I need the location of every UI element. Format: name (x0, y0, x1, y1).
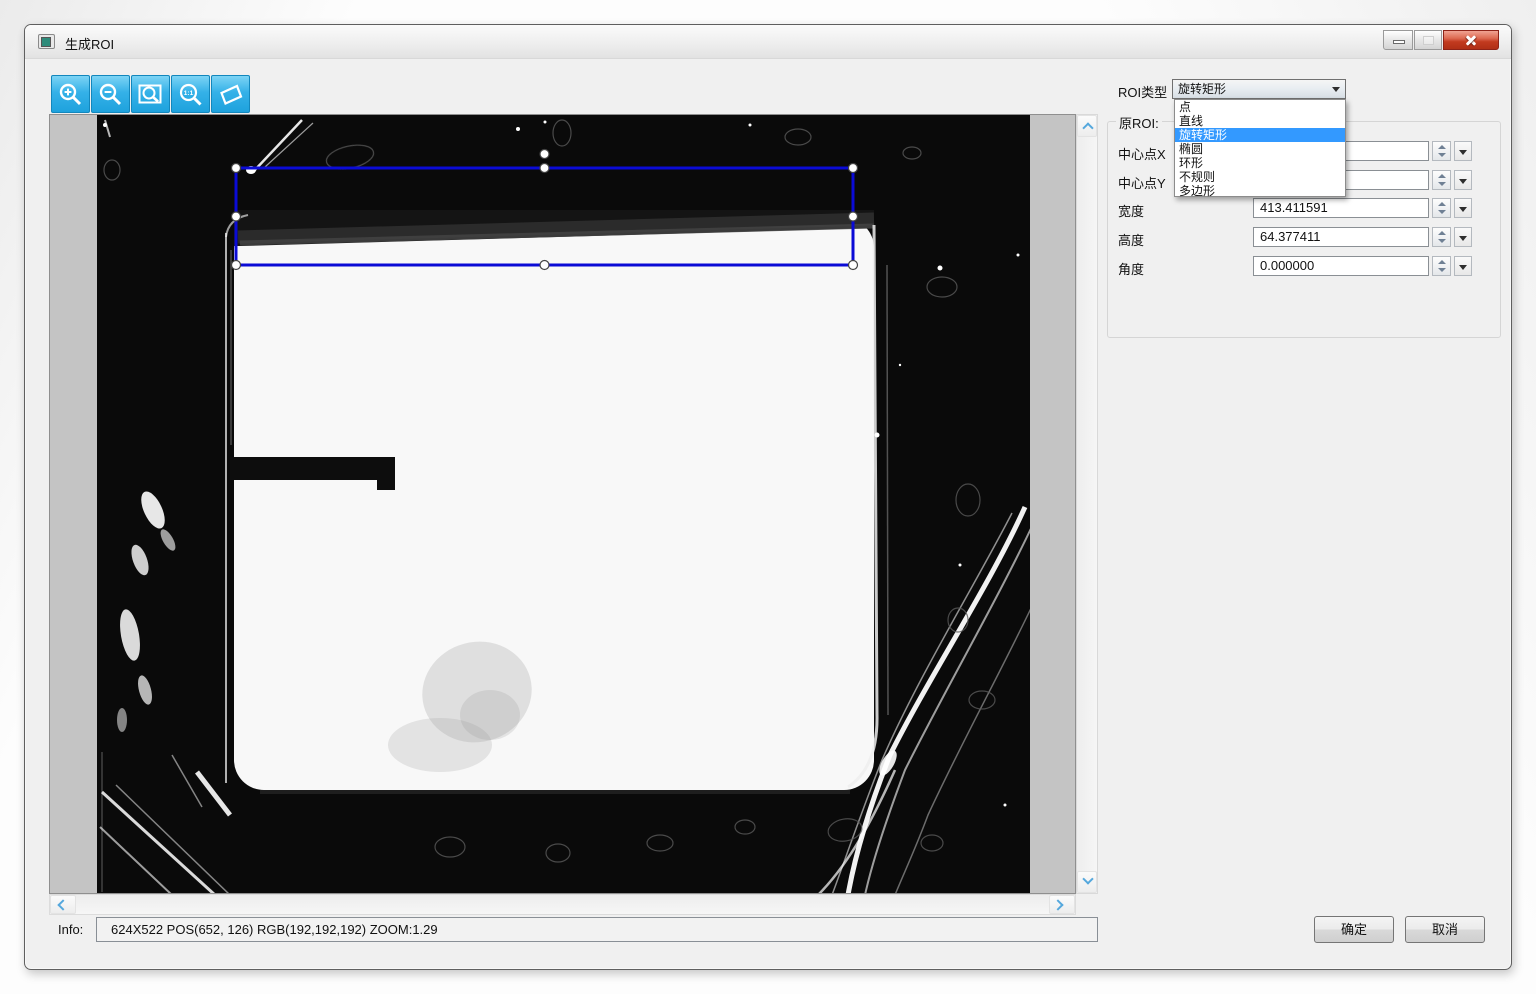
height-spinner[interactable] (1432, 227, 1451, 247)
ok-button[interactable]: 确定 (1314, 916, 1394, 943)
width-label: 宽度 (1118, 204, 1145, 219)
width-spinner[interactable] (1432, 198, 1451, 218)
app-window-icon (38, 34, 55, 49)
title-bar[interactable]: 生成ROI (25, 25, 1511, 59)
dropdown-option-ellipse[interactable]: 椭圆 (1175, 142, 1345, 156)
zoom-out-icon (99, 83, 122, 106)
close-icon (1463, 32, 1479, 48)
angle-spinner[interactable] (1432, 256, 1451, 276)
zoom-fit-icon (138, 84, 162, 104)
chevron-right-icon (1052, 899, 1064, 911)
close-button[interactable] (1443, 30, 1499, 50)
dropdown-option-ring[interactable]: 环形 (1175, 156, 1345, 170)
zoom-actual-icon: 1:1 (179, 83, 202, 106)
white-plate (234, 218, 874, 790)
height-input[interactable]: 64.377411 (1253, 227, 1429, 247)
chevron-down-icon (1082, 873, 1094, 885)
rotated-rect-icon (220, 84, 243, 105)
maximize-button[interactable] (1414, 30, 1442, 50)
zoom-fit-button[interactable] (131, 75, 170, 113)
plate-notch (230, 457, 380, 480)
angle-input[interactable]: 0.000000 (1253, 256, 1429, 276)
width-input[interactable]: 413.411591 (1253, 198, 1429, 218)
angle-label: 角度 (1118, 262, 1145, 277)
roi-type-combobox[interactable]: 旋转矩形 (1172, 79, 1346, 99)
scroll-right-button[interactable] (1049, 895, 1075, 914)
roi-type-dropdown-list[interactable]: 点 直线 旋转矩形 椭圆 环形 不规则 多边形 (1174, 99, 1346, 198)
zoom-in-icon (59, 83, 82, 106)
vertical-scrollbar[interactable] (1076, 114, 1098, 894)
roi-type-value: 旋转矩形 (1178, 82, 1227, 96)
info-label: Info: (58, 922, 84, 937)
source-roi-group-label: 原ROI: (1116, 113, 1162, 132)
center-y-spinner[interactable] (1432, 170, 1451, 190)
zoom-actual-button[interactable]: 1:1 (171, 75, 210, 113)
zoom-in-button[interactable] (51, 75, 90, 113)
roi-rotate-handle[interactable] (539, 148, 550, 160)
dropdown-option-polygon[interactable]: 多边形 (1175, 184, 1345, 198)
scroll-left-button[interactable] (50, 895, 76, 914)
horizontal-scrollbar[interactable] (49, 894, 1076, 915)
roi-type-label: ROI类型 (1118, 85, 1168, 100)
roi-rect-tool-button[interactable] (211, 75, 250, 113)
center-x-dropdown-button[interactable] (1454, 141, 1472, 161)
scroll-down-button[interactable] (1077, 871, 1097, 893)
dialog-window: 生成ROI 1:1 ROI类型 旋转矩形 点 直线 旋转矩形 椭圆 环形 不规则… (24, 24, 1512, 970)
dropdown-option-line[interactable]: 直线 (1175, 114, 1345, 128)
zoom-out-button[interactable] (91, 75, 130, 113)
minimize-icon (1393, 40, 1405, 44)
scroll-up-button[interactable] (1077, 115, 1097, 137)
width-dropdown-button[interactable] (1454, 198, 1472, 218)
image-canvas[interactable] (49, 114, 1076, 894)
angle-dropdown-button[interactable] (1454, 256, 1472, 276)
center-x-label: 中心点X (1118, 147, 1166, 162)
maximize-icon (1423, 36, 1434, 45)
dropdown-option-point[interactable]: 点 (1175, 100, 1345, 114)
center-y-label: 中心点Y (1118, 176, 1166, 191)
window-title: 生成ROI (65, 37, 115, 52)
cancel-button[interactable]: 取消 (1405, 916, 1485, 943)
chevron-up-icon (1082, 122, 1094, 134)
minimize-button[interactable] (1383, 30, 1413, 50)
combo-arrow-icon (1332, 87, 1340, 92)
chevron-left-icon (57, 899, 69, 911)
inspection-image (50, 115, 1075, 893)
dropdown-option-irregular[interactable]: 不规则 (1175, 170, 1345, 184)
center-x-spinner[interactable] (1432, 141, 1451, 161)
info-status-bar: 624X522 POS(652, 126) RGB(192,192,192) Z… (96, 917, 1098, 942)
svg-text:1:1: 1:1 (184, 90, 194, 97)
height-label: 高度 (1118, 233, 1145, 248)
height-dropdown-button[interactable] (1454, 227, 1472, 247)
dropdown-option-rotated-rect[interactable]: 旋转矩形 (1175, 128, 1345, 142)
center-y-dropdown-button[interactable] (1454, 170, 1472, 190)
